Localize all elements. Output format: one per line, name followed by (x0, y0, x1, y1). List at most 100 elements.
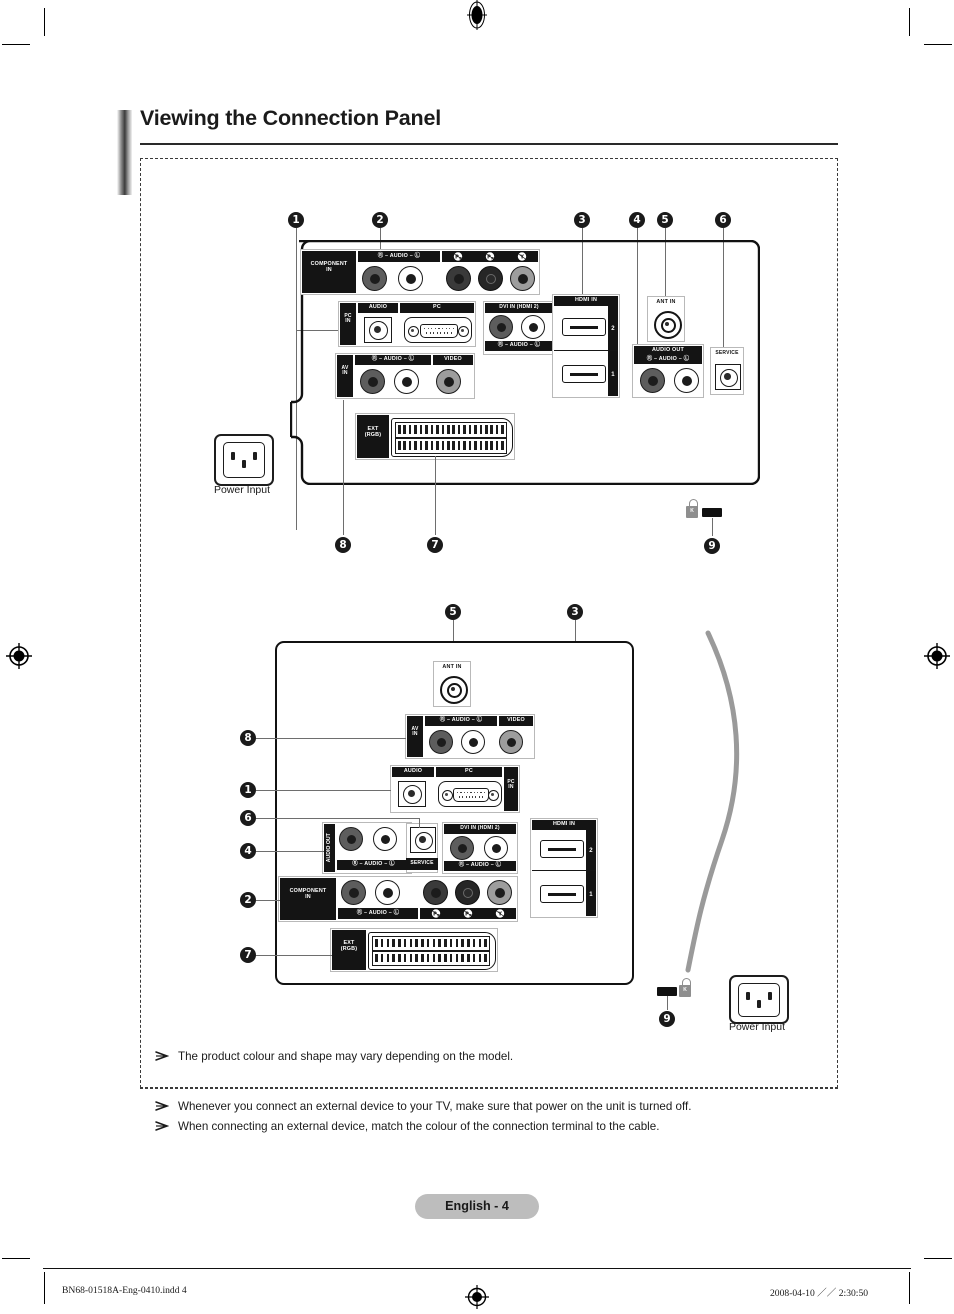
callout-5-bottom: 5 (445, 604, 461, 620)
callout-2-top: 2 (372, 212, 388, 228)
callout-1-top: 1 (288, 212, 304, 228)
bottom-component-audio-r-jack (341, 880, 366, 905)
bottom-hdmi-number-strip (586, 830, 596, 916)
component-audio-r-jack (362, 266, 387, 291)
note-outside-1: Whenever you connect an external device … (178, 1100, 692, 1113)
registration-mark-left (6, 643, 32, 669)
bottom-pc-in-label: PC IN (507, 779, 515, 791)
bottom-pc-audio-header-label: AUDIO (403, 768, 423, 774)
bottom-audio-out-l-jack (373, 827, 397, 851)
callout-4-bottom: 4 (240, 843, 256, 859)
bottom-service-label: SERVICE (410, 860, 434, 866)
ext-rgb-scart-connector (391, 418, 513, 457)
av-video-header-label: VIDEO (444, 356, 462, 362)
component-pr-jack (478, 266, 503, 291)
bottom-audio-out-r-jack (339, 827, 363, 851)
component-video-header-badges: PPY BR (453, 252, 527, 261)
title-underline-rule (140, 143, 838, 145)
av-audio-r-jack (360, 369, 385, 394)
bottom-dvi-in-header-label: DVI IN (HDMI 2) (460, 825, 500, 831)
note-inside-frame: The product colour and shape may vary de… (178, 1050, 514, 1063)
dvi-in-header-label: DVI IN (HDMI 2) (499, 304, 539, 310)
registration-mark-right (924, 643, 950, 669)
ant-in-coax-connector (654, 311, 682, 339)
callout-8-bottom: 8 (240, 730, 256, 746)
top-kensington-lock-k: K (690, 508, 694, 514)
hdmi-port-1-number: 1 (611, 372, 615, 378)
callout-9-leader (711, 518, 713, 536)
bottom-ext-rgb-label: EXT (RGB) (340, 940, 358, 952)
bottom-audio-out-footer-label: Ⓡ – AUDIO – Ⓛ (352, 861, 395, 867)
av-audio-l-jack (394, 369, 419, 394)
callout-9-bottom: 9 (659, 1011, 675, 1027)
crop-mark-right-vertical (909, 8, 910, 36)
av-audio-header-label: Ⓡ – AUDIO – Ⓛ (371, 356, 415, 362)
bottom-pc-vga-port (438, 781, 502, 807)
callout-9-top: 9 (704, 538, 720, 554)
callout-8-leader (342, 400, 344, 535)
bottom-component-pr-jack (455, 880, 480, 905)
bottom-component-video-footer-badges: PPY BR (431, 909, 505, 918)
bottom-dvi-audio-r-jack (450, 836, 474, 860)
bottom-kensington-lock-shackle (681, 978, 691, 987)
component-in-label: COMPONENT IN (310, 261, 348, 273)
pc-audio-minijack (364, 317, 392, 343)
pc-audio-header-label: AUDIO (368, 304, 388, 310)
component-audio-header-label: Ⓡ – AUDIO – Ⓛ (377, 252, 421, 259)
bottom-kensington-slot (657, 987, 677, 996)
bottom-av-video-header-label: VIDEO (507, 717, 525, 723)
bottom-pc-header-label: PC (465, 768, 473, 774)
bottom-component-y-jack (487, 880, 512, 905)
audio-out-r-jack (640, 368, 665, 393)
page-number-badge: English - 4 (415, 1194, 539, 1219)
bottom-component-audio-l-jack (375, 880, 400, 905)
audio-out-subheader-label: Ⓡ – AUDIO – Ⓛ (646, 355, 690, 362)
callout-4-bottom-leader (256, 850, 324, 852)
bottom-ant-in-label: ANT IN (442, 664, 462, 670)
registration-mark-bottom (465, 1285, 489, 1309)
callout-8-top: 8 (335, 537, 351, 553)
crop-mark-bottom-right-vertical (909, 1272, 910, 1304)
bottom-dvi-audio-l-jack (484, 836, 508, 860)
callout-1-bottom-leader (256, 789, 391, 791)
bottom-av-audio-header-label: Ⓡ – AUDIO – Ⓛ (439, 717, 483, 723)
crop-mark-top-right-horizontal (924, 44, 952, 45)
audio-out-header-label: AUDIO OUT (651, 346, 685, 353)
component-y-jack (510, 266, 535, 291)
top-kensington-lock-shackle (688, 499, 698, 508)
crop-mark-left-vertical (44, 8, 45, 36)
av-in-label: AV IN (341, 365, 349, 377)
callout-3-bottom: 3 (567, 604, 583, 620)
bottom-component-pb-jack (423, 880, 448, 905)
callout-7-top: 7 (427, 537, 443, 553)
bottom-av-audio-l-jack (461, 730, 485, 754)
top-power-input-label: Power Input (213, 484, 271, 496)
note-arrow-icon-2 (155, 1121, 169, 1131)
callout-7-bottom-leader (256, 954, 332, 956)
audio-out-l-jack (674, 368, 699, 393)
registration-mark-top (467, 0, 487, 30)
pc-header-label: PC (433, 304, 441, 310)
bottom-pc-audio-minijack (398, 781, 426, 807)
hdmi-group-divider (554, 350, 618, 352)
footer-timestamp: 2008-04-10 ／／ 2:30:50 (770, 1288, 869, 1299)
top-kensington-slot (702, 508, 722, 517)
dvi-audio-footer-label: Ⓡ – AUDIO – Ⓛ (497, 342, 541, 348)
power-cable-curve (685, 630, 740, 973)
component-audio-l-jack (398, 266, 423, 291)
note-outside-2: When connecting an external device, matc… (178, 1120, 660, 1133)
hdmi-port-2-number: 2 (611, 326, 615, 332)
bottom-dvi-audio-footer-label: Ⓡ – AUDIO – Ⓛ (458, 862, 502, 868)
ext-rgb-label: EXT (RGB) (364, 426, 382, 438)
crop-mark-top-left-horizontal (2, 44, 30, 45)
callout-5-top: 5 (657, 212, 673, 228)
bottom-av-video-jack (499, 730, 523, 754)
bottom-power-input-connector (729, 975, 789, 1024)
bottom-power-input-label: Power Input (728, 1021, 786, 1033)
crop-mark-bottom-right-horizontal (924, 1258, 952, 1259)
hdmi-in-header-label: HDMI IN (574, 297, 598, 303)
dvi-audio-r-jack (489, 315, 513, 339)
callout-2-bottom: 2 (240, 892, 256, 908)
service-minijack (715, 364, 741, 390)
bottom-hdmi-in-header-label: HDMI IN (552, 821, 576, 827)
